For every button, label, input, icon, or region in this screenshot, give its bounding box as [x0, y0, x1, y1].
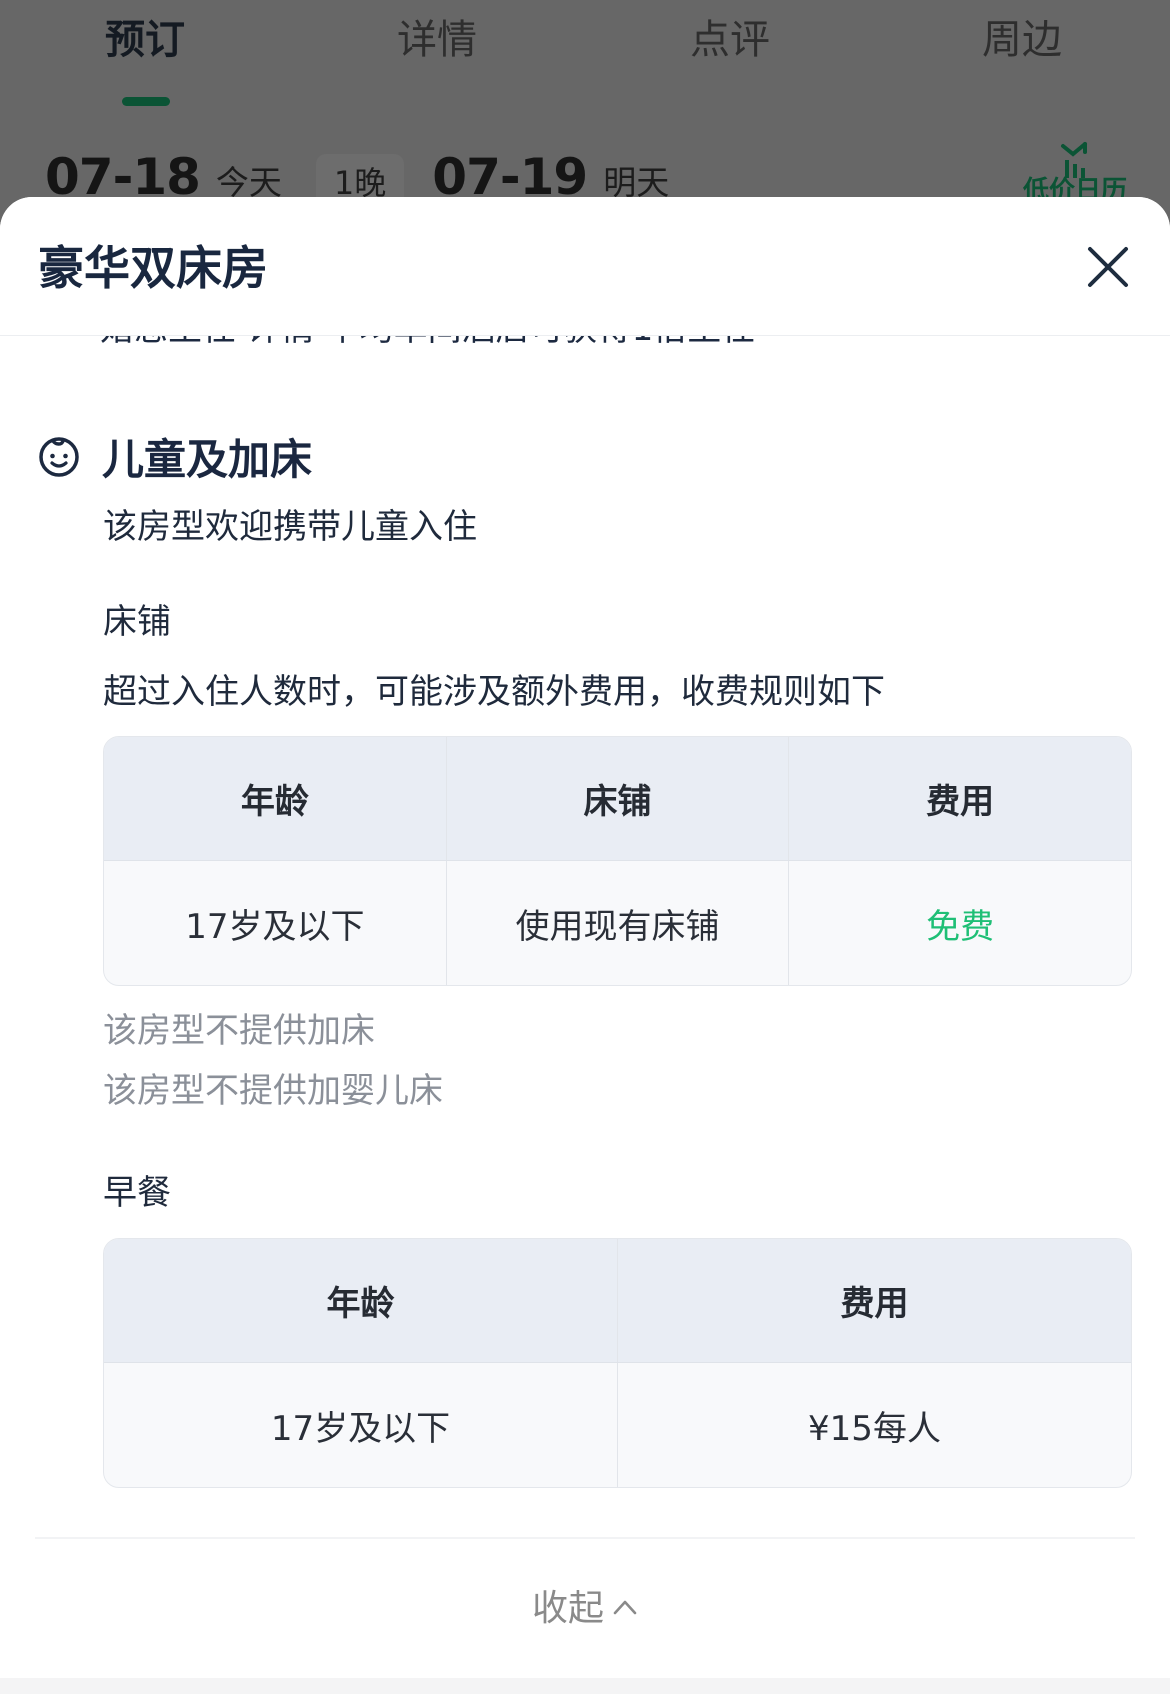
tab-booking[interactable]: 预订 — [65, 10, 225, 70]
header-age: 年龄 — [104, 737, 447, 860]
header-fee: 费用 — [840, 1284, 909, 1324]
section-title: 儿童及加床 — [102, 434, 313, 484]
room-title: 豪华双床房 — [38, 241, 268, 295]
tab-reviews[interactable]: 点评 — [650, 10, 810, 70]
close-icon — [1088, 247, 1128, 287]
header-bed: 床铺 — [447, 737, 790, 860]
divider — [35, 1537, 1135, 1539]
chevron-up-icon — [612, 1585, 638, 1626]
price-trend-icon — [1061, 142, 1087, 178]
cell-bed: 使用现有床铺 — [447, 861, 790, 985]
collapse-button[interactable]: 收起 — [0, 1575, 1170, 1635]
active-tab-indicator — [122, 97, 170, 106]
cell-fee-free: 免费 — [926, 906, 995, 947]
table-header-row: 年龄 床铺 费用 — [104, 737, 1131, 861]
breakfast-label: 早餐 — [103, 1173, 171, 1213]
children-extra-bed-heading: 儿童及加床 — [36, 428, 312, 484]
bedding-description: 超过入住人数时，可能涉及额外费用，收费规则如下 — [103, 672, 885, 712]
cell-age: 17岁及以下 — [104, 1363, 618, 1487]
bedding-label: 床铺 — [103, 602, 171, 642]
tab-bar: 预订 详情 点评 周边 — [0, 10, 1170, 90]
no-crib-note: 该房型不提供加婴儿床 — [103, 1071, 443, 1111]
collapse-label: 收起 — [531, 1588, 604, 1629]
tab-details[interactable]: 详情 — [357, 10, 517, 70]
breakfast-fee-table: 年龄 费用 17岁及以下 ¥15每人 — [103, 1238, 1132, 1488]
child-face-icon — [39, 437, 79, 477]
cell-age: 17岁及以下 — [104, 861, 447, 985]
tab-nearby[interactable]: 周边 — [942, 10, 1102, 70]
header-age: 年龄 — [104, 1239, 618, 1362]
children-welcome-text: 该房型欢迎携带儿童入住 — [103, 507, 477, 547]
background-page: 预订 详情 点评 周边 07-18 今天 1晚 07-19 明天 低价日历 — [0, 0, 1170, 220]
bedding-fee-table: 年龄 床铺 费用 17岁及以下 使用现有床铺 免费 — [103, 736, 1132, 986]
table-header-row: 年龄 费用 — [104, 1239, 1131, 1363]
room-detail-sheet: 豪华双床房 婚恋主任·详情·平均单间酒店可获得1倍主任 儿童及加床 该房型欢迎携… — [0, 197, 1170, 1694]
cell-fee: ¥15每人 — [808, 1408, 941, 1449]
no-extra-bed-note: 该房型不提供加床 — [103, 1011, 375, 1051]
bottom-bar-edge — [0, 1678, 1170, 1694]
header-fee: 费用 — [926, 782, 995, 822]
table-row: 17岁及以下 使用现有床铺 免费 — [104, 861, 1131, 985]
sheet-header: 豪华双床房 — [0, 197, 1170, 336]
close-button[interactable] — [1078, 237, 1138, 297]
table-row: 17岁及以下 ¥15每人 — [104, 1363, 1131, 1487]
